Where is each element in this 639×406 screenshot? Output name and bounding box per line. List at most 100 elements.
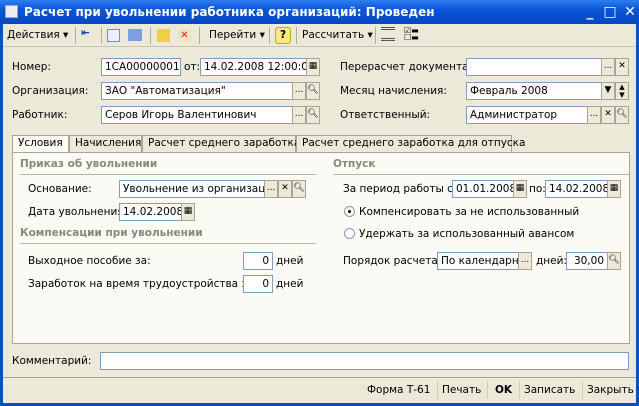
spinner-icon[interactable]: ▲ ▼ [615,82,629,100]
compensate-radio[interactable] [344,206,355,217]
separator [296,27,297,44]
recalc-label: Перерасчет документа: [340,61,473,73]
resp-label: Ответственный: [340,109,431,121]
clear-icon[interactable]: ✕ [278,180,292,198]
withhold-label[interactable]: Удержать за использованный авансом [359,227,574,241]
close-button[interactable]: Закрыть [582,381,638,399]
document-icon [5,5,18,18]
calendar-icon[interactable]: ▦ [513,180,527,198]
select-button[interactable]: ... [518,252,532,270]
clear-icon[interactable]: ✕ [615,58,629,76]
back-arrow-icon[interactable]: ⇤ [81,27,98,43]
clear-icon[interactable]: ✕ [601,106,615,124]
days-label: дней [276,255,304,267]
window-title: Расчет при увольнении работника организа… [24,5,435,19]
form-t61-button[interactable]: Форма Т-61 [363,381,434,399]
minimize-icon[interactable]: _ [581,3,599,21]
close-icon[interactable]: ✕ [621,3,639,21]
calendar-icon[interactable]: ▦ [306,58,320,76]
calculate-menu[interactable]: Рассчитать ▾ [302,27,373,44]
separator [75,27,76,44]
comment-input[interactable] [100,352,629,370]
tab-accruals[interactable]: Начисления [69,135,142,152]
vacation-group-title: Отпуск [333,158,376,170]
tab-vacation-earnings[interactable]: Расчет среднего заработка для отпуска [296,135,525,152]
date-label: от: [184,61,201,73]
copy-icon[interactable] [128,29,142,41]
to-label: по: [529,183,546,195]
title-bar: Расчет при увольнении работника организа… [0,0,639,24]
number-input[interactable]: 1CA00000001 [101,58,181,76]
month-label: Месяц начисления: [340,85,447,97]
calc-order-label: Порядок расчета: [343,255,442,267]
dismissal-date-label: Дата увольнения: [28,206,128,218]
separator [269,27,270,44]
document-window: Расчет при увольнении работника организа… [0,0,639,403]
select-button[interactable]: ... [264,180,278,198]
number-label: Номер: [12,61,51,73]
list-icon[interactable] [381,27,395,41]
employment-label: Заработок на время трудоустройства за: [28,278,258,290]
save-button[interactable]: Записать [519,381,579,399]
period-to-input[interactable]: 14.02.2008 [545,180,608,198]
search-icon[interactable]: 🔍︎ [306,106,320,124]
separator [150,27,151,44]
ok-button[interactable]: OK [487,381,519,399]
search-icon[interactable]: 🔍︎ [306,82,320,100]
search-icon[interactable]: 🔍︎ [292,180,306,198]
month-input[interactable]: Февраль 2008 [466,82,602,100]
comment-label: Комментарий: [12,355,92,367]
tab-conditions[interactable]: Условия [12,135,69,153]
search-icon[interactable]: 🔍︎ [615,106,629,124]
goto-menu[interactable]: Перейти ▾ [209,27,265,44]
separator [101,27,102,44]
withhold-radio[interactable] [344,228,355,239]
vacation-days-input[interactable]: 30,00 [566,252,608,270]
separator [199,27,200,44]
period-from-input[interactable]: 01.01.2008 [452,180,514,198]
tab-panel [12,152,630,344]
comp-group-title: Компенсации при увольнении [20,227,203,239]
dropdown-icon[interactable]: ▼ [601,82,615,100]
calendar-icon[interactable]: ▦ [181,203,195,221]
dismissal-date-input[interactable]: 14.02.2008 [119,203,182,221]
refresh-icon[interactable] [107,29,120,42]
maximize-icon[interactable]: □ [601,3,619,21]
divider [20,243,316,244]
search-icon[interactable]: 🔍︎ [607,252,621,270]
actions-menu[interactable]: Действия ▾ [7,27,68,44]
org-label: Организация: [12,85,89,97]
select-button[interactable]: ... [292,106,306,124]
separator [375,27,376,44]
employee-label: Работник: [12,109,68,121]
basis-label: Основание: [28,183,92,195]
select-button[interactable]: ... [292,82,306,100]
divider [20,174,316,175]
days-label: дней [276,278,304,290]
unpost-icon[interactable]: ✕ [178,29,191,42]
days-label: дней: [536,255,567,267]
calc-order-input[interactable]: По календарнь [437,252,519,270]
select-button[interactable]: ... [601,58,615,76]
tab-average-earnings[interactable]: Расчет среднего заработка [142,135,300,152]
help-button[interactable]: ? [275,27,291,44]
toolbar: Действия ▾ ⇤ ✕ Перейти ▾ ? Рассчитать ▾ … [3,24,636,47]
employee-input[interactable]: Серов Игорь Валентинович [101,106,293,124]
calendar-icon[interactable]: ▦ [607,180,621,198]
period-label: За период работы с: [343,183,457,195]
date-input[interactable]: 14.02.2008 12:00:00 [200,58,307,76]
select-button[interactable]: ... [587,106,601,124]
divider [3,377,636,378]
employment-input[interactable]: 0 [243,275,273,293]
org-input[interactable]: ЗАО "Автоматизация" [101,82,293,100]
resp-input[interactable]: Администратор [466,106,588,124]
print-button[interactable]: Печать [437,381,485,399]
recalc-input[interactable] [466,58,602,76]
basis-input[interactable]: Увольнение из организаци [119,180,265,198]
post-icon[interactable] [157,29,170,42]
compensate-label[interactable]: Компенсировать за не использованный [359,205,579,219]
order-group-title: Приказ об увольнении [20,158,158,170]
divider [333,174,629,175]
severance-input[interactable]: 0 [243,252,273,270]
checklist-icon[interactable]: ☑▬ ☐▬ [404,27,421,43]
